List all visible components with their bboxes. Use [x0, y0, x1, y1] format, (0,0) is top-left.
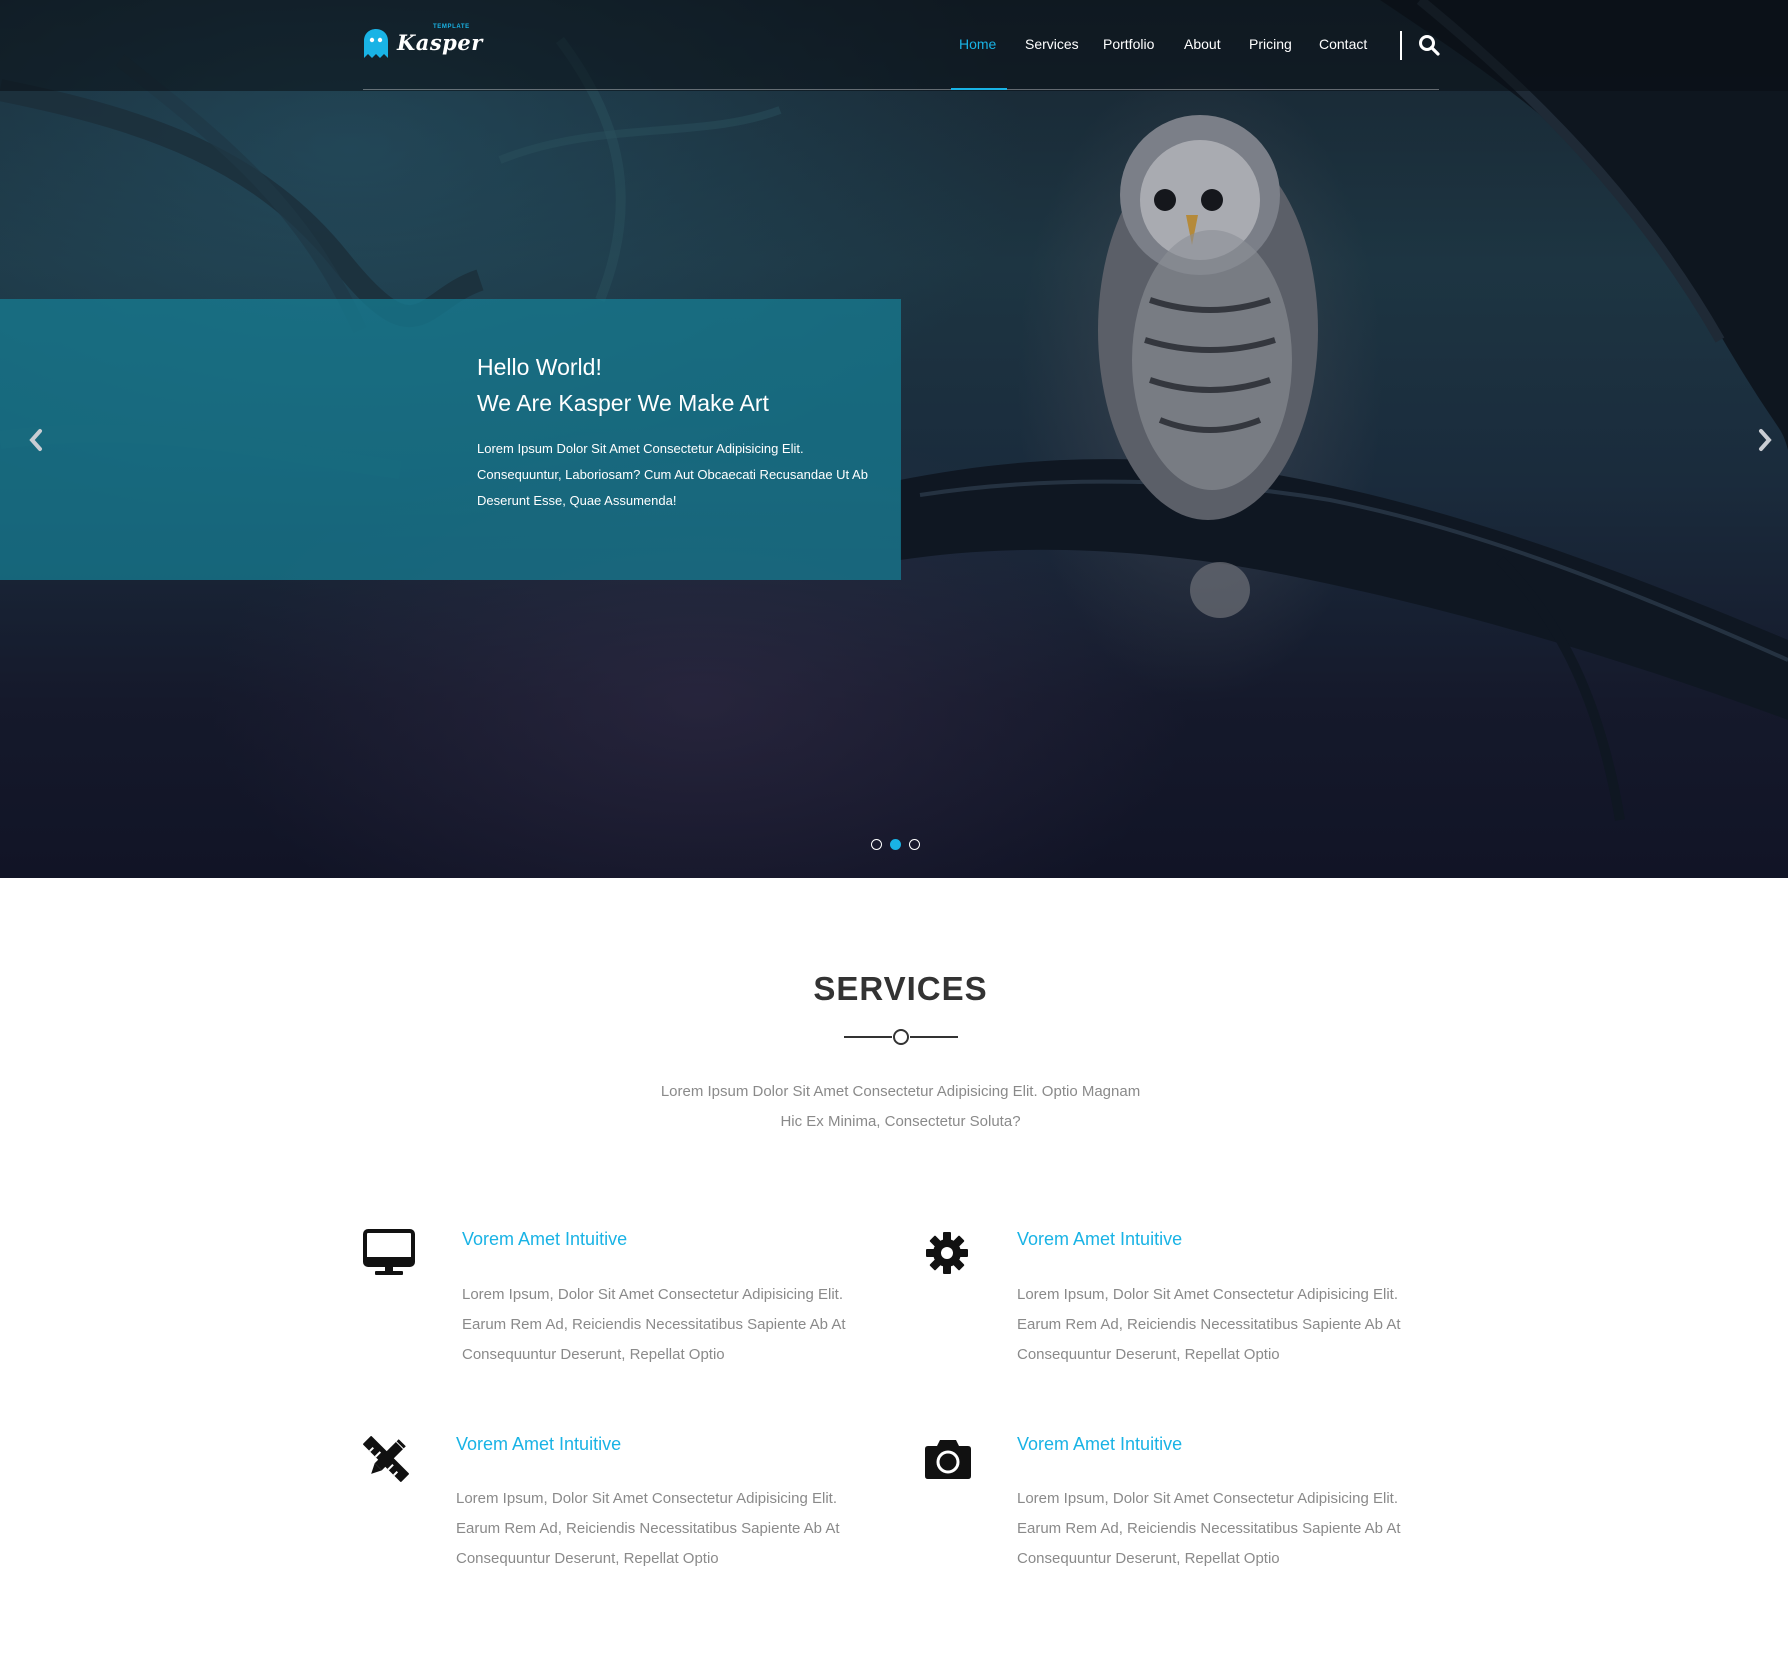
service-text-line: Earum Rem Ad, Reiciendis Necessitatibus …: [462, 1316, 846, 1333]
ghost-logo-icon: [364, 29, 388, 58]
nav-separator: [1400, 31, 1402, 60]
service-text-line: Consequuntur Deserunt, Repellat Optio: [1017, 1550, 1280, 1567]
service-title: Vorem Amet Intuitive: [1017, 1229, 1183, 1249]
services-intro-line2: Hic Ex Minima, Consectetur Soluta?: [780, 1113, 1021, 1130]
service-text-line: Earum Rem Ad, Reiciendis Necessitatibus …: [456, 1520, 840, 1537]
chevron-left-icon[interactable]: [27, 428, 45, 452]
navbar: [0, 0, 1788, 91]
service-text-line: Consequuntur Deserunt, Repellat Optio: [456, 1550, 719, 1567]
navbar-active-indicator: [951, 88, 1007, 90]
navbar-underline: [363, 89, 1439, 90]
hero-title-line1: Hello World!: [477, 354, 602, 380]
nav-contact[interactable]: Contact: [1319, 36, 1367, 52]
service-text-line: Lorem Ipsum, Dolor Sit Amet Consectetur …: [1017, 1286, 1398, 1303]
service-text-line: Lorem Ipsum, Dolor Sit Amet Consectetur …: [1017, 1490, 1398, 1507]
camera-icon: [925, 1440, 971, 1479]
service-text: Lorem Ipsum, Dolor Sit Amet Consectetur …: [1017, 1484, 1437, 1574]
service-text-line: Lorem Ipsum, Dolor Sit Amet Consectetur …: [462, 1286, 843, 1303]
service-title: Vorem Amet Intuitive: [462, 1229, 628, 1249]
brand-name: Kasper: [397, 30, 483, 55]
service-text-line: Earum Rem Ad, Reiciendis Necessitatibus …: [1017, 1316, 1401, 1333]
slider-dot-1[interactable]: [871, 839, 882, 850]
search-icon[interactable]: [1418, 34, 1440, 56]
services-intro-line1: Lorem Ipsum Dolor Sit Amet Consectetur A…: [660, 1083, 1141, 1100]
service-text-line: Consequuntur Deserunt, Repellat Optio: [1017, 1346, 1280, 1363]
slider-dot-3[interactable]: [909, 839, 920, 850]
nav-services[interactable]: Services: [1025, 36, 1079, 52]
nav-home[interactable]: Home: [959, 36, 996, 52]
nav-pricing[interactable]: Pricing: [1249, 36, 1292, 52]
gear-icon: [926, 1232, 968, 1274]
slider-dots: [871, 839, 921, 851]
nav-portfolio[interactable]: Portfolio: [1103, 36, 1154, 52]
service-title: Vorem Amet Intuitive: [456, 1434, 622, 1454]
service-text: Lorem Ipsum, Dolor Sit Amet Consectetur …: [1017, 1280, 1437, 1370]
service-text-line: Lorem Ipsum, Dolor Sit Amet Consectetur …: [456, 1490, 837, 1507]
services-title: SERVICES: [813, 970, 988, 1007]
service-text: Lorem Ipsum, Dolor Sit Amet Consectetur …: [456, 1484, 876, 1574]
service-text-line: Consequuntur Deserunt, Repellat Optio: [462, 1346, 725, 1363]
service-title: Vorem Amet Intuitive: [1017, 1434, 1183, 1454]
hero-title-line2: We Are Kasper We Make Art: [477, 390, 769, 416]
nav-about[interactable]: About: [1184, 36, 1221, 52]
slider-dot-2[interactable]: [890, 839, 901, 850]
pencil-ruler-icon: [363, 1436, 409, 1482]
hero-title: Hello World! We Are Kasper We Make Art: [477, 349, 877, 421]
service-text-line: Earum Rem Ad, Reiciendis Necessitatibus …: [1017, 1520, 1401, 1537]
hero-text: Lorem Ipsum Dolor Sit Amet Consectetur A…: [477, 441, 868, 508]
hero-slider: TEMPLATE Kasper Home Services Portfolio …: [0, 0, 1788, 878]
desktop-icon: [363, 1229, 415, 1275]
chevron-right-icon[interactable]: [1756, 428, 1774, 452]
services-intro: Lorem Ipsum Dolor Sit Amet Consectetur A…: [600, 1077, 1201, 1137]
section-divider: [844, 1029, 958, 1045]
service-text: Lorem Ipsum, Dolor Sit Amet Consectetur …: [462, 1280, 882, 1370]
brand-logo[interactable]: TEMPLATE Kasper: [363, 24, 482, 64]
